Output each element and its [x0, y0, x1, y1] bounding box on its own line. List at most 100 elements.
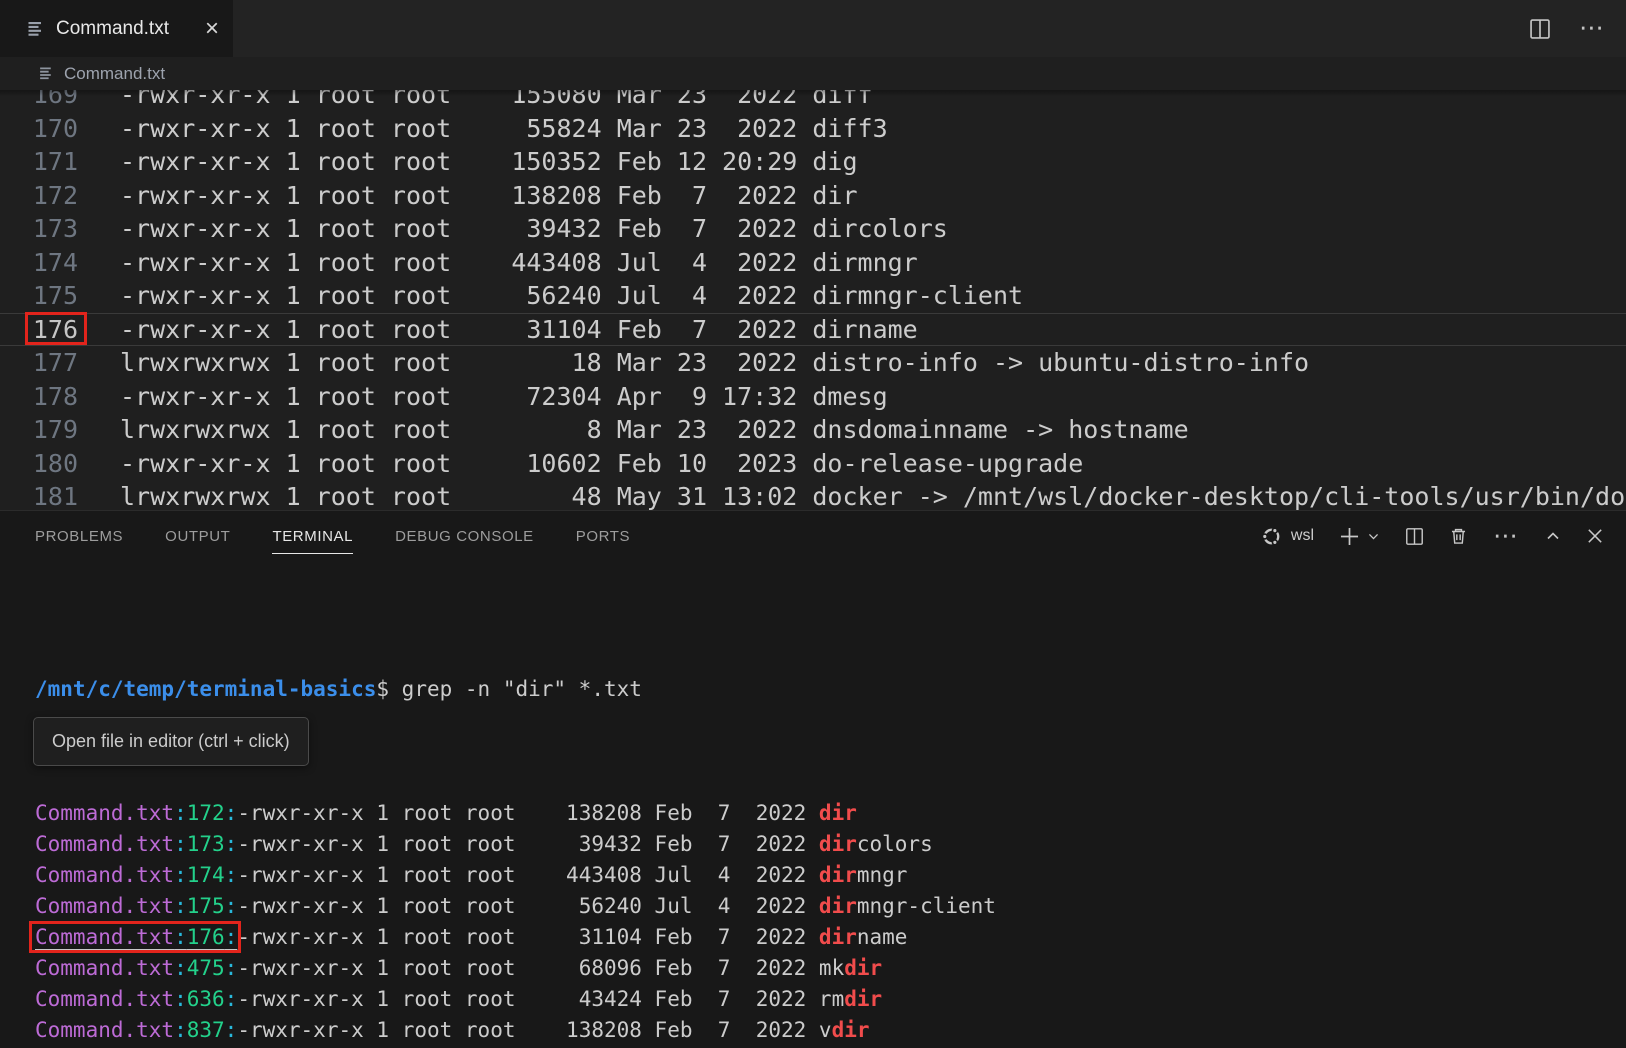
- grep-filename: Command.txt: [35, 987, 174, 1011]
- panel-tab-debug-console[interactable]: DEBUG CONSOLE: [395, 528, 534, 545]
- grep-line-body: -rwxr-xr-x 1 root root 31104 Feb 7 2022: [237, 925, 819, 949]
- grep-filename: Command.txt: [35, 832, 174, 856]
- split-editor-icon[interactable]: [1529, 18, 1551, 40]
- file-line-link[interactable]: Command.txt:173:: [35, 832, 237, 856]
- terminal-prompt-path: /mnt/c/temp/terminal-basics: [35, 677, 376, 701]
- grep-match: dir: [819, 925, 857, 949]
- more-actions-icon[interactable]: ⋯: [1579, 16, 1606, 41]
- file-line-link[interactable]: Command.txt:475:: [35, 956, 237, 980]
- file-line-link[interactable]: Command.txt:172:: [35, 801, 237, 825]
- editor-line[interactable]: 181 lrwxrwxrwx 1 root root 48 May 31 13:0…: [0, 480, 1626, 510]
- kill-terminal-icon[interactable]: [1449, 527, 1468, 546]
- grep-results: Command.txt:172: -rwxr-xr-x 1 root root 1…: [35, 798, 1626, 1048]
- line-number: 177: [0, 346, 78, 380]
- terminal-prompt-symbol: $: [376, 677, 389, 701]
- file-line-link[interactable]: Command.txt:174:: [35, 863, 237, 887]
- terminal-command-line: /mnt/c/temp/terminal-basics$ grep -n "di…: [35, 674, 1626, 705]
- grep-line-number: 173: [187, 832, 225, 856]
- line-text: lrwxrwxrwx 1 root root 48 May 31 13:02 d…: [120, 480, 1626, 510]
- editor-line[interactable]: 180-rwxr-xr-x 1 root root 10602 Feb 10 2…: [0, 447, 1626, 481]
- new-terminal-group: [1339, 526, 1380, 547]
- grep-line-number: 175: [187, 894, 225, 918]
- file-line-link[interactable]: Command.txt:175:: [35, 894, 237, 918]
- grep-match: dir: [844, 956, 882, 980]
- breadcrumb[interactable]: Command.txt: [0, 57, 1626, 90]
- grep-filename: Command.txt: [35, 801, 174, 825]
- terminal-command: grep -n "dir" *.txt: [389, 677, 642, 701]
- more-actions-icon[interactable]: ⋯: [1493, 524, 1520, 549]
- file-line-link[interactable]: Command.txt:837:: [35, 1018, 237, 1042]
- line-number: 172: [0, 179, 78, 213]
- panel-tabs: PROBLEMS OUTPUT TERMINAL DEBUG CONSOLE PORTS: [35, 528, 630, 545]
- grep-line-number: 837: [187, 1018, 225, 1042]
- terminal-output[interactable]: /mnt/c/temp/terminal-basics$ grep -n "di…: [0, 561, 1626, 1048]
- line-number: 169: [0, 90, 78, 112]
- terminal-name-label: wsl: [1291, 527, 1314, 545]
- line-number: 179: [0, 413, 78, 447]
- editor-tab-bar: Command.txt × ⋯: [0, 0, 1626, 57]
- line-number: 181: [0, 480, 78, 510]
- line-text: -rwxr-xr-x 1 root root 10602 Feb 10 2023…: [120, 447, 1083, 481]
- grep-match: dir: [844, 987, 882, 1011]
- close-panel-icon[interactable]: [1586, 527, 1604, 545]
- grep-line-body: -rwxr-xr-x 1 root root 43424 Feb 7 2022: [237, 987, 819, 1011]
- grep-line-number: 475: [187, 956, 225, 980]
- grep-result-row: Command.txt:636:-rwxr-xr-x 1 root root 4…: [35, 984, 1626, 1015]
- line-number: 176: [0, 313, 78, 347]
- grep-line-number: 636: [187, 987, 225, 1011]
- file-line-link[interactable]: Command.txt:176:: [35, 925, 237, 949]
- editor-line[interactable]: 179lrwxrwxrwx 1 root root 8 Mar 23 2022 …: [0, 413, 1626, 447]
- editor-line[interactable]: 170 -rwxr-xr-x 1 root root 55824 Mar 23 2…: [0, 112, 1626, 146]
- panel-header: PROBLEMS OUTPUT TERMINAL DEBUG CONSOLE PORTS…: [0, 511, 1626, 561]
- close-tab-icon[interactable]: ×: [205, 17, 219, 41]
- grep-line-body: -rwxr-xr-x 1 root root 138208 Feb 7 2022: [237, 1018, 819, 1042]
- line-text: -rwxr-xr-x 1 root root 443408 Jul 4 2022…: [120, 246, 918, 280]
- panel-tab-problems[interactable]: PROBLEMS: [35, 528, 123, 545]
- editor-line[interactable]: 177lrwxrwxrwx 1 root root 18 Mar 23 2022…: [0, 346, 1626, 380]
- editor-line[interactable]: 171-rwxr-xr-x 1 root root 150352 Feb 12 …: [0, 145, 1626, 179]
- grep-filename: Command.txt: [35, 956, 174, 980]
- breadcrumb-item[interactable]: Command.txt: [64, 64, 165, 84]
- maximize-panel-icon[interactable]: [1545, 528, 1561, 544]
- line-text: -rwxr-xr-x 1 root root 55824 Mar 23 2022…: [120, 112, 888, 146]
- panel-tab-output[interactable]: OUTPUT: [165, 528, 230, 545]
- grep-filename: Command.txt: [35, 925, 174, 949]
- line-text: -rwxr-xr-x 1 root root 155080 Mar 23 202…: [120, 90, 873, 112]
- panel-action-group: wsl: [1261, 524, 1604, 549]
- grep-match: dir: [819, 894, 857, 918]
- grep-result-row: Command.txt:837:-rwxr-xr-x 1 root root 1…: [35, 1015, 1626, 1046]
- tab-title: Command.txt: [56, 18, 169, 40]
- line-text: -rwxr-xr-x 1 root root 138208 Feb 7 2022…: [120, 179, 858, 213]
- line-number: 171: [0, 145, 78, 179]
- line-text: -rwxr-xr-x 1 root root 39432 Feb 7 2022 …: [120, 212, 948, 246]
- grep-filename: Command.txt: [35, 894, 174, 918]
- file-line-link[interactable]: Command.txt:636:: [35, 987, 237, 1011]
- line-number: 170: [0, 112, 78, 146]
- editor-lines: 169 -rwxr-xr-x 1 root root 155080 Mar 23 …: [0, 90, 1626, 510]
- line-text: -rwxr-xr-x 1 root root 31104 Feb 7 2022 …: [120, 313, 918, 347]
- new-terminal-icon[interactable]: [1339, 526, 1360, 547]
- tab-command-txt[interactable]: Command.txt ×: [0, 0, 233, 57]
- split-terminal-icon[interactable]: [1405, 527, 1424, 546]
- line-number: 178: [0, 380, 78, 414]
- grep-result-row: Command.txt:475:-rwxr-xr-x 1 root root 6…: [35, 953, 1626, 984]
- text-file-icon: [26, 19, 46, 39]
- grep-result-row: Command.txt:175:-rwxr-xr-x 1 root root 5…: [35, 891, 1626, 922]
- grep-result-row: Command.txt:172:-rwxr-xr-x 1 root root 1…: [35, 798, 1626, 829]
- editor-line[interactable]: 175-rwxr-xr-x 1 root root 56240 Jul 4 20…: [0, 279, 1626, 313]
- panel-tab-terminal[interactable]: TERMINAL: [272, 528, 353, 545]
- editor-line[interactable]: 176 -rwxr-xr-x 1 root root 31104 Feb 7 20…: [0, 313, 1626, 347]
- panel-tab-ports[interactable]: PORTS: [576, 528, 630, 545]
- editor-line[interactable]: 173-rwxr-xr-x 1 root root 39432 Feb 7 20…: [0, 212, 1626, 246]
- bottom-panel: PROBLEMS OUTPUT TERMINAL DEBUG CONSOLE PORTS…: [0, 510, 1626, 1048]
- grep-line-number: 174: [187, 863, 225, 887]
- editor-line[interactable]: 169 -rwxr-xr-x 1 root root 155080 Mar 23 …: [0, 90, 1626, 112]
- editor-line[interactable]: 178-rwxr-xr-x 1 root root 72304 Apr 9 17…: [0, 380, 1626, 414]
- editor-line[interactable]: 172 -rwxr-xr-x 1 root root 138208 Feb 7 2…: [0, 179, 1626, 213]
- link-tooltip: Open file in editor (ctrl + click): [33, 717, 309, 766]
- terminal-instance-wsl[interactable]: wsl: [1261, 526, 1314, 547]
- editor-pane: 169 -rwxr-xr-x 1 root root 155080 Mar 23 …: [0, 90, 1626, 510]
- grep-line-body: -rwxr-xr-x 1 root root 39432 Feb 7 2022: [237, 832, 819, 856]
- editor-line[interactable]: 174-rwxr-xr-x 1 root root 443408 Jul 4 2…: [0, 246, 1626, 280]
- launch-profile-chevron-icon[interactable]: [1367, 530, 1380, 543]
